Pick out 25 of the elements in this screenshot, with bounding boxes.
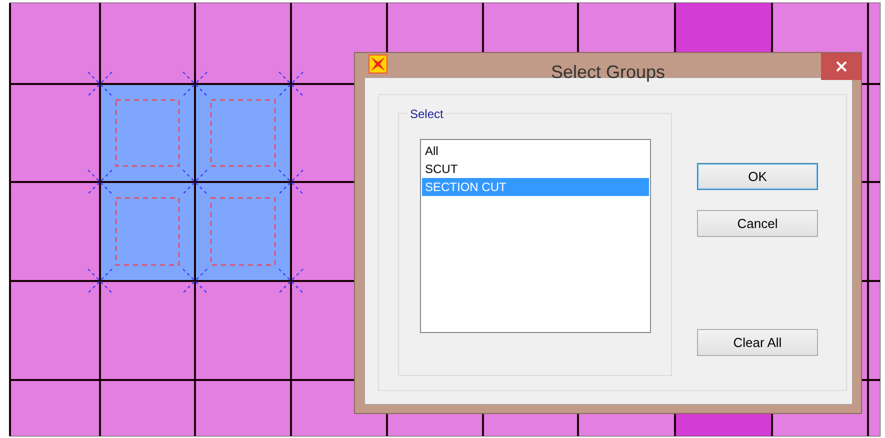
dialog-button[interactable]: OK bbox=[697, 163, 818, 190]
dashed-outline bbox=[210, 197, 276, 266]
node-marker-icon bbox=[182, 268, 208, 294]
group-list[interactable]: All SCUT SECTION CUT bbox=[420, 139, 651, 333]
dashed-outline bbox=[115, 99, 180, 167]
node-marker-icon bbox=[182, 72, 208, 96]
window-title: Select Groups bbox=[550, 62, 666, 83]
dialog-button[interactable]: Clear All bbox=[697, 329, 818, 356]
node-marker-icon bbox=[278, 170, 304, 194]
dashed-outline bbox=[210, 99, 276, 167]
node-marker-icon bbox=[88, 72, 112, 96]
node-marker-icon bbox=[278, 72, 304, 96]
node-marker-icon bbox=[88, 268, 112, 294]
close-icon bbox=[836, 61, 846, 72]
node-marker-icon bbox=[278, 268, 304, 294]
close-button[interactable] bbox=[821, 53, 861, 80]
list-item[interactable]: All bbox=[422, 142, 649, 160]
list-item[interactable]: SCUT bbox=[422, 160, 649, 178]
area-cell bbox=[868, 380, 880, 436]
node-marker-icon bbox=[182, 170, 208, 194]
node-marker-icon bbox=[88, 170, 112, 194]
app-icon bbox=[368, 54, 388, 74]
dashed-outline bbox=[115, 197, 180, 266]
group-label: Select bbox=[408, 107, 446, 121]
dialog-button[interactable]: Cancel bbox=[697, 210, 818, 237]
